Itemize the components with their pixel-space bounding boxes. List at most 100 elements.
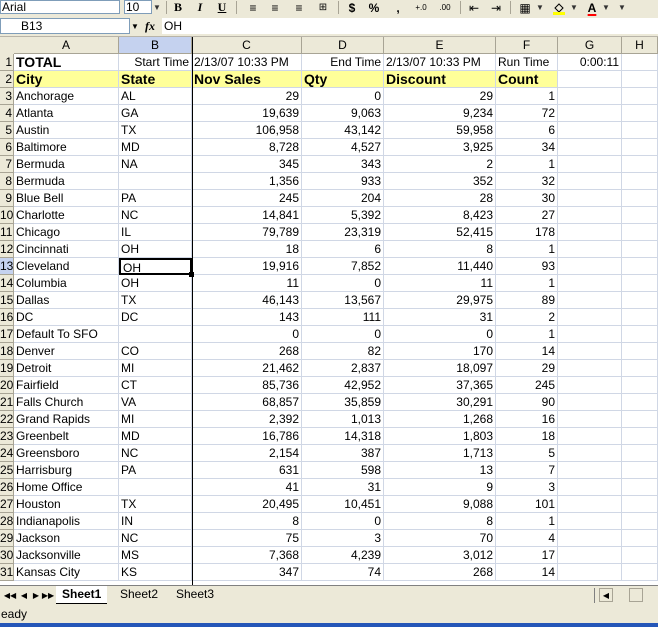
bold-button[interactable]: B — [170, 0, 186, 15]
cell[interactable] — [558, 479, 622, 496]
cell[interactable]: 9 — [384, 479, 496, 496]
cell[interactable] — [558, 428, 622, 445]
name-box[interactable]: B13 — [0, 18, 130, 34]
cell[interactable]: TX — [119, 292, 192, 309]
cell[interactable]: 106,958 — [192, 122, 302, 139]
cell[interactable]: 29 — [384, 88, 496, 105]
cell[interactable]: 20,495 — [192, 496, 302, 513]
cell[interactable]: 6 — [302, 241, 384, 258]
row-header[interactable]: 22 — [0, 411, 14, 428]
row-header[interactable]: 14 — [0, 275, 14, 292]
cell[interactable]: 43,142 — [302, 122, 384, 139]
cell[interactable] — [558, 462, 622, 479]
row-header[interactable]: 6 — [0, 139, 14, 156]
cell[interactable]: CO — [119, 343, 192, 360]
row-header[interactable]: 24 — [0, 445, 14, 462]
decrease-indent-icon[interactable]: ⇤ — [466, 0, 482, 15]
cell[interactable]: Greensboro — [14, 445, 119, 462]
cell[interactable]: TX — [119, 496, 192, 513]
cell[interactable] — [622, 479, 658, 496]
cell[interactable]: Home Office — [14, 479, 119, 496]
cell[interactable]: Denver — [14, 343, 119, 360]
cell[interactable]: Cincinnati — [14, 241, 119, 258]
increase-indent-icon[interactable]: ⇥ — [488, 0, 504, 15]
cell[interactable]: 245 — [192, 190, 302, 207]
cell[interactable]: 9,088 — [384, 496, 496, 513]
cell[interactable]: 7,368 — [192, 547, 302, 564]
cell[interactable] — [558, 88, 622, 105]
cell[interactable]: KS — [119, 564, 192, 581]
cell[interactable]: 85,736 — [192, 377, 302, 394]
end-time-label[interactable]: End Time — [302, 54, 384, 71]
first-sheet-icon[interactable]: ◀◀ — [4, 588, 16, 602]
cell[interactable] — [558, 394, 622, 411]
cell[interactable]: 1 — [496, 326, 558, 343]
cell[interactable]: 345 — [192, 156, 302, 173]
cell[interactable]: 2,392 — [192, 411, 302, 428]
cell[interactable]: 18 — [192, 241, 302, 258]
cell[interactable] — [558, 377, 622, 394]
cell[interactable]: Jackson — [14, 530, 119, 547]
cell[interactable] — [622, 377, 658, 394]
cell[interactable] — [558, 173, 622, 190]
font-size-dropdown-icon[interactable]: ▼ — [153, 0, 161, 15]
cell[interactable]: Blue Bell — [14, 190, 119, 207]
cell[interactable]: 2 — [384, 156, 496, 173]
cell[interactable] — [622, 411, 658, 428]
column-header-d[interactable]: D — [302, 37, 384, 54]
cell[interactable] — [558, 530, 622, 547]
row-header[interactable]: 17 — [0, 326, 14, 343]
cell[interactable] — [558, 241, 622, 258]
cell[interactable]: MD — [119, 139, 192, 156]
cell[interactable] — [558, 360, 622, 377]
cell[interactable]: 1,803 — [384, 428, 496, 445]
cell[interactable]: 1 — [496, 275, 558, 292]
cell[interactable]: 5 — [496, 445, 558, 462]
row-header[interactable]: 23 — [0, 428, 14, 445]
cell[interactable] — [622, 564, 658, 581]
cell[interactable] — [622, 292, 658, 309]
cell[interactable]: 111 — [302, 309, 384, 326]
cell[interactable]: Charlotte — [14, 207, 119, 224]
cell[interactable] — [558, 224, 622, 241]
cell[interactable]: 34 — [496, 139, 558, 156]
row-header[interactable]: 21 — [0, 394, 14, 411]
align-center-icon[interactable]: ≡ — [266, 0, 284, 15]
cell[interactable] — [622, 207, 658, 224]
align-right-icon[interactable]: ≡ — [290, 0, 308, 15]
cell[interactable] — [622, 71, 658, 88]
borders-icon[interactable]: ▦ — [516, 0, 534, 15]
cell[interactable] — [622, 241, 658, 258]
cell[interactable] — [622, 105, 658, 122]
cell[interactable]: VA — [119, 394, 192, 411]
cell[interactable]: Baltimore — [14, 139, 119, 156]
cell[interactable] — [622, 139, 658, 156]
cell[interactable]: 1,268 — [384, 411, 496, 428]
cell[interactable]: 30 — [496, 190, 558, 207]
cell[interactable]: 27 — [496, 207, 558, 224]
cell[interactable]: 35,859 — [302, 394, 384, 411]
row-header[interactable]: 3 — [0, 88, 14, 105]
cell[interactable]: 347 — [192, 564, 302, 581]
cell[interactable]: Cleveland — [14, 258, 119, 275]
scroll-left-icon[interactable]: ◀ — [599, 588, 613, 602]
cell[interactable]: TX — [119, 122, 192, 139]
cell[interactable]: 11,440 — [384, 258, 496, 275]
cell[interactable]: Austin — [14, 122, 119, 139]
cell[interactable]: Bermuda — [14, 156, 119, 173]
cell[interactable] — [558, 190, 622, 207]
cell[interactable]: 32 — [496, 173, 558, 190]
formula-input[interactable]: OH — [162, 18, 658, 34]
cell[interactable] — [558, 513, 622, 530]
row-header[interactable]: 8 — [0, 173, 14, 190]
row-header[interactable]: 29 — [0, 530, 14, 547]
cell[interactable]: 178 — [496, 224, 558, 241]
cell[interactable]: 0 — [302, 326, 384, 343]
cell[interactable]: Kansas City — [14, 564, 119, 581]
column-header-g[interactable]: G — [558, 37, 622, 54]
cell[interactable]: 52,415 — [384, 224, 496, 241]
cell[interactable]: 10,451 — [302, 496, 384, 513]
cell[interactable]: 5,392 — [302, 207, 384, 224]
cell[interactable] — [558, 156, 622, 173]
fill-color-dropdown-icon[interactable]: ▼ — [570, 0, 578, 15]
